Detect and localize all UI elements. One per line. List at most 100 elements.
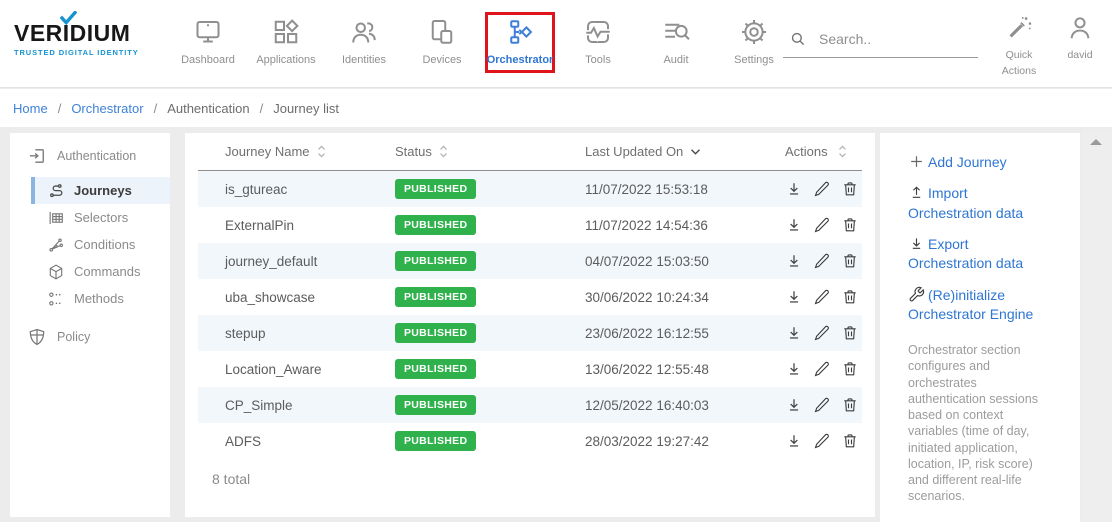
breadcrumb-home[interactable]: Home <box>13 101 48 116</box>
top-navbar: VERIDIUM TRUSTED DIGITAL IDENTITY Dashbo… <box>0 0 1112 88</box>
download-icon[interactable] <box>785 252 803 270</box>
last-updated-cell: 28/03/2022 19:27:42 <box>558 434 758 449</box>
sort-icon[interactable] <box>838 145 847 158</box>
edit-pencil-icon[interactable] <box>813 288 831 306</box>
journeys-route-icon <box>47 182 65 200</box>
table-row[interactable]: is_gtureac PUBLISHED 11/07/2022 15:53:18 <box>198 171 862 207</box>
column-header-journey-name[interactable]: Journey Name <box>198 144 368 159</box>
table-row[interactable]: stepup PUBLISHED 23/06/2022 16:12:55 <box>198 315 862 351</box>
quick-actions-button[interactable]: Quick Actions <box>996 14 1042 80</box>
nav-item-applications[interactable]: Applications <box>251 12 321 73</box>
sidebar-item-authentication[interactable]: Authentication <box>10 141 170 171</box>
journey-name: is_gtureac <box>225 182 287 197</box>
selectors-grid-icon <box>47 209 65 227</box>
delete-trash-icon[interactable] <box>841 396 859 414</box>
upload-icon <box>908 184 928 201</box>
last-updated-cell: 04/07/2022 15:03:50 <box>558 254 758 269</box>
last-updated-cell: 30/06/2022 10:24:34 <box>558 290 758 305</box>
nav-item-settings[interactable]: Settings <box>719 12 789 73</box>
table-row[interactable]: CP_Simple PUBLISHED 12/05/2022 16:40:03 <box>198 387 862 423</box>
table-row[interactable]: journey_default PUBLISHED 04/07/2022 15:… <box>198 243 862 279</box>
magic-wand-icon <box>1005 14 1033 42</box>
table-row[interactable]: Location_Aware PUBLISHED 13/06/2022 12:5… <box>198 351 862 387</box>
edit-pencil-icon[interactable] <box>813 324 831 342</box>
nav-item-identities[interactable]: Identities <box>329 12 399 73</box>
download-icon[interactable] <box>785 216 803 234</box>
edit-pencil-icon[interactable] <box>813 216 831 234</box>
delete-trash-icon[interactable] <box>841 360 859 378</box>
delete-trash-icon[interactable] <box>841 432 859 450</box>
column-header-last-updated[interactable]: Last Updated On <box>558 144 758 159</box>
edit-pencil-icon[interactable] <box>813 432 831 450</box>
last-updated-value: 23/06/2022 16:12:55 <box>585 326 709 341</box>
export-orchestration-button[interactable]: Export Orchestration data <box>908 235 1054 274</box>
sort-desc-icon[interactable] <box>690 148 701 156</box>
download-icon[interactable] <box>785 360 803 378</box>
row-actions-cell <box>758 216 862 234</box>
sidebar-item-journeys[interactable]: Journeys <box>31 177 170 204</box>
sort-icon[interactable] <box>439 145 448 158</box>
nav-item-devices[interactable]: Devices <box>407 12 477 73</box>
reinitialize-engine-button[interactable]: (Re)initialize Orchestrator Engine <box>908 286 1054 325</box>
applications-icon <box>271 17 301 47</box>
status-cell: PUBLISHED <box>368 431 558 451</box>
sidebar-item-policy[interactable]: Policy <box>10 322 170 352</box>
download-icon[interactable] <box>785 432 803 450</box>
nav-item-orchestrator[interactable]: Orchestrator <box>485 12 555 73</box>
download-icon[interactable] <box>785 396 803 414</box>
add-journey-button[interactable]: Add Journey <box>908 153 1054 172</box>
status-cell: PUBLISHED <box>368 215 558 235</box>
sidebar-item-commands[interactable]: Commands <box>31 258 170 285</box>
delete-trash-icon[interactable] <box>841 180 859 198</box>
row-actions-cell <box>758 432 862 450</box>
sidebar-item-selectors[interactable]: Selectors <box>31 204 170 231</box>
sort-icon[interactable] <box>317 145 326 158</box>
nav-item-label: Devices <box>422 54 461 66</box>
breadcrumb-orchestrator[interactable]: Orchestrator <box>71 101 143 116</box>
table-row[interactable]: ADFS PUBLISHED 28/03/2022 19:27:42 <box>198 423 862 459</box>
nav-item-label: Applications <box>256 54 315 66</box>
status-cell: PUBLISHED <box>368 287 558 307</box>
delete-trash-icon[interactable] <box>841 288 859 306</box>
scroll-up-arrow[interactable] <box>1090 139 1102 145</box>
wrench-icon <box>908 286 928 303</box>
download-icon[interactable] <box>785 324 803 342</box>
sidebar-item-label: Conditions <box>74 237 135 252</box>
download-icon <box>908 235 928 252</box>
delete-trash-icon[interactable] <box>841 252 859 270</box>
table-row[interactable]: ExternalPin PUBLISHED 11/07/2022 14:54:3… <box>198 207 862 243</box>
column-label: Status <box>395 144 432 159</box>
download-icon[interactable] <box>785 288 803 306</box>
nav-item-label: Dashboard <box>181 54 235 66</box>
journey-name-cell: ADFS <box>198 434 368 449</box>
edit-pencil-icon[interactable] <box>813 252 831 270</box>
delete-trash-icon[interactable] <box>841 324 859 342</box>
sidebar-item-methods[interactable]: Methods <box>31 285 170 312</box>
last-updated-value: 12/05/2022 16:40:03 <box>585 398 709 413</box>
user-menu[interactable]: david <box>1060 14 1100 63</box>
nav-item-tools[interactable]: Tools <box>563 12 633 73</box>
sidebar-item-conditions[interactable]: Conditions <box>31 231 170 258</box>
global-search[interactable] <box>783 30 978 58</box>
column-header-status[interactable]: Status <box>368 144 558 159</box>
download-icon[interactable] <box>785 180 803 198</box>
import-orchestration-button[interactable]: Import Orchestration data <box>908 184 1054 223</box>
edit-pencil-icon[interactable] <box>813 396 831 414</box>
delete-trash-icon[interactable] <box>841 216 859 234</box>
scrollbar-track[interactable] <box>1082 131 1112 522</box>
last-updated-cell: 11/07/2022 15:53:18 <box>558 182 758 197</box>
orchestrator-icon <box>505 17 535 47</box>
status-badge: PUBLISHED <box>395 251 476 271</box>
edit-pencil-icon[interactable] <box>813 360 831 378</box>
status-cell: PUBLISHED <box>368 323 558 343</box>
nav-item-dashboard[interactable]: Dashboard <box>173 12 243 73</box>
row-actions-cell <box>758 324 862 342</box>
search-input[interactable] <box>819 31 969 47</box>
column-header-actions[interactable]: Actions <box>758 144 862 159</box>
conditions-branch-icon <box>47 236 65 254</box>
journey-name-cell: journey_default <box>198 254 368 269</box>
nav-item-audit[interactable]: Audit <box>641 12 711 73</box>
edit-pencil-icon[interactable] <box>813 180 831 198</box>
nav-item-label: Audit <box>663 54 688 66</box>
table-row[interactable]: uba_showcase PUBLISHED 30/06/2022 10:24:… <box>198 279 862 315</box>
